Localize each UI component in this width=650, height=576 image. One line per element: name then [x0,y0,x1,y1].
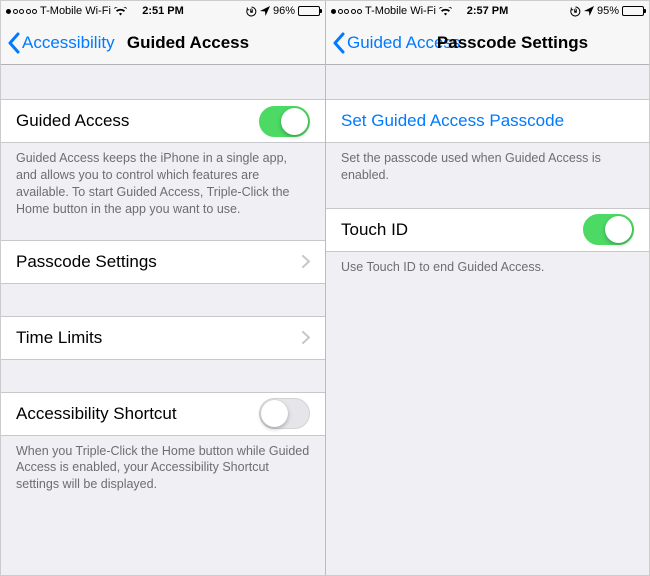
row-touch-id: Touch ID [326,208,649,252]
battery-icon [298,6,320,16]
footer-set-passcode: Set the passcode used when Guided Access… [326,143,649,192]
row-passcode-settings[interactable]: Passcode Settings [1,240,325,284]
row-label: Set Guided Access Passcode [341,111,634,131]
screen-guided-access: T-Mobile Wi-Fi 2:51 PM 96% Accessibility… [1,1,325,575]
row-time-limits[interactable]: Time Limits [1,316,325,360]
status-bar: T-Mobile Wi-Fi 2:57 PM 95% [326,1,649,21]
toggle-accessibility-shortcut[interactable] [259,398,310,429]
row-label: Guided Access [16,111,259,131]
row-guided-access: Guided Access [1,99,325,143]
toggle-guided-access[interactable] [259,106,310,137]
row-set-passcode[interactable]: Set Guided Access Passcode [326,99,649,143]
screen-passcode-settings: T-Mobile Wi-Fi 2:57 PM 95% Guided Access… [325,1,649,575]
chevron-right-icon [302,331,310,344]
back-button[interactable]: Guided Access [332,32,460,54]
row-accessibility-shortcut: Accessibility Shortcut [1,392,325,436]
nav-header: Guided Access Passcode Settings [326,21,649,65]
row-label: Time Limits [16,328,302,348]
toggle-touch-id[interactable] [583,214,634,245]
battery-icon [622,6,644,16]
footer-touch-id: Use Touch ID to end Guided Access. [326,252,649,284]
back-button[interactable]: Accessibility [7,32,115,54]
row-label: Touch ID [341,220,583,240]
clock-label: 2:57 PM [326,5,649,17]
settings-list: Guided Access Guided Access keeps the iP… [1,65,325,575]
status-bar: T-Mobile Wi-Fi 2:51 PM 96% [1,1,325,21]
footer-accessibility-shortcut: When you Triple-Click the Home button wh… [1,436,325,502]
row-label: Passcode Settings [16,252,302,272]
nav-header: Accessibility Guided Access [1,21,325,65]
back-label: Guided Access [347,33,460,53]
settings-list: Set Guided Access Passcode Set the passc… [326,65,649,575]
footer-guided-access: Guided Access keeps the iPhone in a sing… [1,143,325,226]
chevron-right-icon [302,255,310,268]
back-label: Accessibility [22,33,115,53]
clock-label: 2:51 PM [1,5,325,17]
row-label: Accessibility Shortcut [16,404,259,424]
